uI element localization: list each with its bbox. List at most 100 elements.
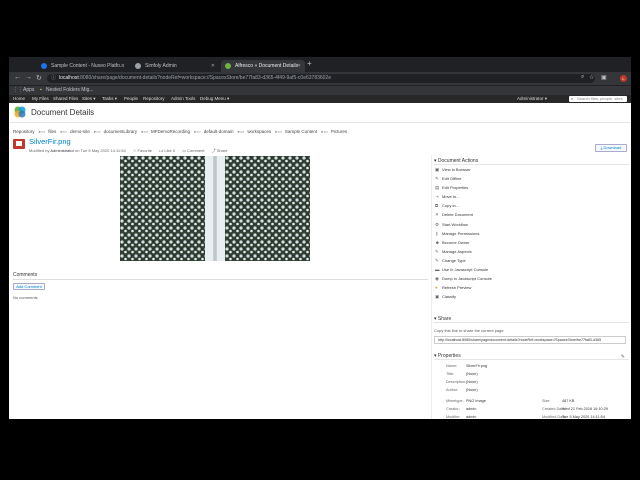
address-bar[interactable]: ⓘ localhost:8080/share/page/document-det… bbox=[47, 74, 595, 83]
menu-repository[interactable]: Repository bbox=[143, 95, 165, 103]
document-actions-header[interactable]: ▾ Document Actions bbox=[434, 157, 629, 165]
folder-icon: ▸▭ bbox=[38, 129, 46, 134]
breadcrumb-item[interactable]: Pictures bbox=[331, 129, 347, 134]
breadcrumb-item[interactable]: files bbox=[48, 129, 56, 134]
menu-tasks[interactable]: Tasks ▾ bbox=[102, 95, 117, 103]
property-size: Size: 487 KB bbox=[542, 399, 575, 403]
bookmark-star-icon[interactable]: ☆ bbox=[589, 74, 594, 81]
breadcrumb-item[interactable]: workspaces bbox=[247, 129, 271, 134]
add-comment-button[interactable]: Add Comment bbox=[13, 283, 45, 290]
close-tab-icon[interactable]: ✕ bbox=[297, 60, 301, 72]
action-change-type[interactable]: ✎ Change Type bbox=[434, 256, 629, 265]
action-move-to[interactable]: ⇢ Move to... bbox=[434, 192, 629, 201]
search-icon[interactable]: ⌕ bbox=[581, 74, 584, 81]
column-divider bbox=[431, 155, 432, 419]
breadcrumb-item[interactable]: Repository bbox=[13, 129, 35, 134]
forward-icon[interactable]: → bbox=[25, 74, 32, 81]
close-tab-icon[interactable]: ✕ bbox=[121, 60, 125, 72]
properties-header[interactable]: ▾ Properties ✎ bbox=[434, 352, 629, 360]
page-header: Document Details bbox=[9, 103, 631, 123]
share-link[interactable]: Share bbox=[217, 148, 228, 153]
property-description: Description:(None) bbox=[446, 380, 478, 384]
like-icon[interactable]: 👍︎ bbox=[159, 148, 163, 153]
folder-icon: ▸▭ bbox=[94, 129, 101, 134]
new-tab-icon[interactable]: + bbox=[307, 59, 312, 68]
action-become-owner[interactable]: ☻ Become Owner bbox=[434, 238, 629, 247]
property-created-date: Created Date:Wed 21 Feb 2018 16:10:29 bbox=[542, 407, 608, 411]
action-classify[interactable]: ▣ Classify bbox=[434, 292, 629, 301]
download-button[interactable]: ⤓ Download bbox=[595, 144, 627, 152]
breadcrumb-item[interactable]: demo-site bbox=[70, 129, 90, 134]
tab-simfoly[interactable]: Simfoly Admin ✕ bbox=[131, 60, 219, 72]
bookmark-apps[interactable]: Apps bbox=[23, 86, 34, 95]
action-edit-properties[interactable]: ▤ Edit Properties bbox=[434, 183, 629, 192]
copy-icon: ⧉ bbox=[435, 203, 439, 209]
action-label: Move to... bbox=[442, 194, 460, 200]
action-manage-aspects[interactable]: ✎ Manage Aspects bbox=[434, 247, 629, 256]
panel-title: Properties bbox=[437, 353, 461, 359]
breadcrumb-item[interactable]: default-domain bbox=[204, 129, 234, 134]
search-placeholder: Search files, people, sites bbox=[577, 96, 623, 101]
action-label: Edit Properties bbox=[442, 185, 469, 191]
action-refresh-preview[interactable]: ● Refresh Preview bbox=[434, 283, 629, 292]
profile-avatar[interactable]: L bbox=[620, 75, 627, 82]
menu-my-files[interactable]: My Files bbox=[32, 95, 49, 103]
search-input[interactable]: ⌕ Search files, people, sites bbox=[569, 96, 627, 102]
bookmark-nested-folders[interactable]: Nested Folders Mig... bbox=[46, 86, 94, 95]
breadcrumb-item[interactable]: MFDemoRecording bbox=[151, 129, 190, 134]
comment-icon[interactable]: ▭ bbox=[182, 148, 186, 153]
share-url-field[interactable]: http://localhost:8080/share/page/documen… bbox=[434, 336, 626, 344]
action-label: Manage Aspects bbox=[442, 248, 472, 254]
menu-admin-tools[interactable]: Admin Tools bbox=[171, 95, 195, 103]
breadcrumb-item[interactable]: documentLibrary bbox=[104, 129, 138, 134]
property-modified-date: Modified Date:Tue 5 May 2020 14:11:54 bbox=[542, 415, 605, 419]
action-dump-in-js-console[interactable]: ◉ Dump in Javascript Console bbox=[434, 274, 629, 283]
favorite-star-icon[interactable]: ☆ bbox=[133, 148, 137, 153]
action-delete-document[interactable]: ✕ Delete Document bbox=[434, 210, 629, 219]
tab-title: Alfresco » Document Details bbox=[235, 63, 299, 69]
action-copy-to[interactable]: ⧉ Copy to... bbox=[434, 201, 629, 210]
comment-link[interactable]: Comment bbox=[187, 148, 204, 153]
action-edit-offline[interactable]: ✎ Edit Offline bbox=[434, 174, 629, 183]
action-label: Edit Offline bbox=[442, 176, 462, 182]
menu-sites[interactable]: Sites ▾ bbox=[82, 95, 96, 103]
modifier-link[interactable]: Administrator bbox=[50, 148, 74, 153]
extension-icon[interactable]: ▣ bbox=[601, 74, 607, 81]
edit-icon: ✎ bbox=[435, 176, 439, 182]
action-use-in-js-console[interactable]: ▬ Use in Javascript Console bbox=[434, 265, 629, 274]
folder-icon: ▸▭ bbox=[237, 129, 245, 134]
menu-shared-files[interactable]: Shared Files bbox=[53, 95, 78, 103]
url-path: :8080/share/page/document-details?nodeRe… bbox=[78, 75, 331, 81]
menu-debug[interactable]: Debug Menu ▾ bbox=[200, 95, 229, 103]
tab-alfresco[interactable]: Alfresco » Document Details ✕ bbox=[221, 60, 305, 72]
document-actions-panel: ▾ Document Actions ▣ View in Browser ✎ Edi… bbox=[434, 157, 629, 301]
favorite-link[interactable]: Favorite bbox=[138, 148, 152, 153]
bookmarks-bar: ⋮⋮ Apps ▪ Nested Folders Mig... bbox=[9, 85, 631, 95]
action-label: Refresh Preview bbox=[442, 285, 472, 291]
property-title: Title: (None) bbox=[446, 372, 478, 376]
like-link[interactable]: Like bbox=[164, 148, 171, 153]
action-manage-permissions[interactable]: ⚷ Manage Permissions bbox=[434, 229, 629, 238]
reload-icon[interactable]: ↻ bbox=[36, 74, 42, 82]
properties-icon: ▤ bbox=[435, 185, 440, 191]
workflow-icon: ⚙ bbox=[435, 221, 440, 227]
close-tab-icon[interactable]: ✕ bbox=[211, 60, 215, 72]
back-icon[interactable]: ← bbox=[14, 74, 21, 81]
type-icon: ✎ bbox=[435, 257, 439, 263]
action-label: Delete Document bbox=[442, 212, 473, 218]
user-menu[interactable]: Administrator ▾ bbox=[517, 95, 547, 103]
share-icon[interactable]: ⤴ bbox=[212, 148, 216, 153]
action-start-workflow[interactable]: ⚙ Start Workflow bbox=[434, 220, 629, 229]
browser-window: Sample Content - Nuxeo Platfo... ✕ Simfo… bbox=[9, 57, 631, 419]
edit-pencil-icon[interactable]: ✎ bbox=[621, 353, 625, 361]
tab-nuxeo[interactable]: Sample Content - Nuxeo Platfo... ✕ bbox=[37, 60, 129, 72]
breadcrumb-item[interactable]: Sample Content bbox=[285, 129, 317, 134]
share-header[interactable]: ▾ Share bbox=[434, 315, 629, 323]
properties-panel: ▾ Properties ✎ Name: SilverFir.png Title:(… bbox=[434, 352, 629, 419]
action-label: Become Owner bbox=[442, 239, 470, 245]
menu-people[interactable]: People bbox=[124, 95, 138, 103]
panel-title: Document Actions bbox=[437, 158, 479, 164]
action-view-in-browser[interactable]: ▣ View in Browser bbox=[434, 165, 629, 174]
menu-home[interactable]: Home bbox=[13, 95, 25, 103]
breadcrumb: Repository ▸▭ files ▸▭ demo-site ▸▭ documen… bbox=[13, 129, 350, 135]
